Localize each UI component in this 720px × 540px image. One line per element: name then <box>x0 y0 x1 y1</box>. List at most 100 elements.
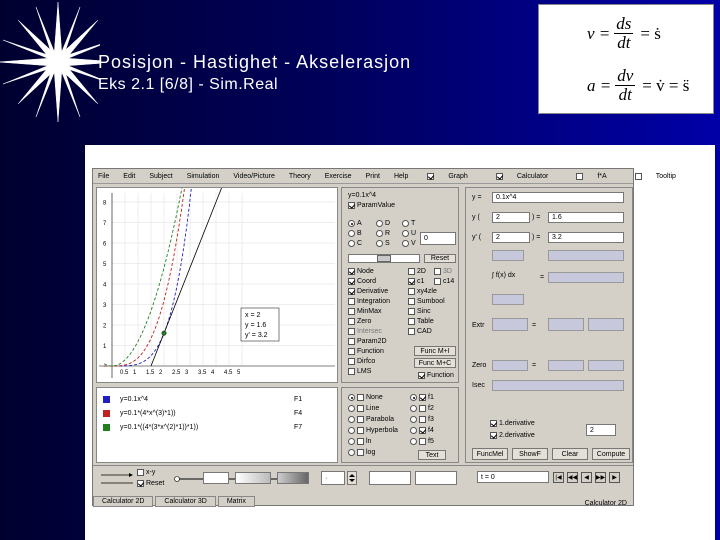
check-param2d[interactable]: Param2D <box>348 338 387 345</box>
check-1-derivative[interactable]: 1.derivative <box>490 420 535 427</box>
radio-c[interactable]: C <box>348 240 362 247</box>
shape-line-box[interactable] <box>357 405 364 412</box>
check-2d-box[interactable] <box>408 268 415 275</box>
menu-print[interactable]: Print <box>366 173 380 180</box>
calc-integral-lower[interactable] <box>492 294 524 305</box>
bottom-field-1[interactable] <box>203 472 229 484</box>
time-field[interactable]: t = 0 <box>477 471 549 483</box>
fkey-f2-box[interactable] <box>419 405 426 412</box>
shape-line-dot[interactable] <box>348 405 355 412</box>
toggle-tooltip[interactable]: Tooltip <box>630 172 685 180</box>
curve-node[interactable] <box>161 330 167 336</box>
radio-d-dot[interactable] <box>376 220 383 227</box>
calc-zero-3[interactable] <box>588 360 624 371</box>
param-value-field[interactable]: 0 <box>420 232 456 245</box>
calc-y-result[interactable]: 1.6 <box>548 212 624 223</box>
reset-checkbox[interactable] <box>137 480 144 487</box>
shade-picker[interactable] <box>277 472 309 484</box>
fkey-f1-box[interactable] <box>419 394 426 401</box>
toggle-calculator[interactable]: Calculator <box>491 172 558 180</box>
spinner-button[interactable] <box>347 471 357 485</box>
clear-button[interactable]: Clear <box>552 448 588 460</box>
calculator-checkbox[interactable] <box>495 172 503 180</box>
showf-button[interactable]: ShowF <box>512 448 548 460</box>
check-node-box[interactable] <box>348 268 355 275</box>
menu-edit[interactable]: Edit <box>123 173 135 180</box>
shape-hyperbola-dot[interactable] <box>348 427 355 434</box>
check-minmax-box[interactable] <box>348 308 355 315</box>
compute-button[interactable]: Compute <box>592 448 630 460</box>
param-value-checkbox[interactable] <box>348 202 355 209</box>
calc-zero-2[interactable] <box>548 360 584 371</box>
tab-calculator-3d[interactable]: Calculator 3D <box>155 496 216 507</box>
radio-b-dot[interactable] <box>348 230 355 237</box>
calc-blank-2[interactable] <box>548 250 624 261</box>
calc-extr-2[interactable] <box>548 318 584 331</box>
calc-yp-result[interactable]: 3.2 <box>548 232 624 243</box>
fkey-f3[interactable]: f3 <box>410 416 434 423</box>
check-c1-box[interactable] <box>408 278 415 285</box>
derivative-order-field[interactable]: 2 <box>586 424 616 436</box>
check-3d-box[interactable] <box>434 268 441 275</box>
func-mi-button[interactable]: Func M+I <box>414 346 456 356</box>
shape-log[interactable]: log <box>348 449 375 456</box>
param-slider[interactable] <box>348 254 420 263</box>
check-zero-box[interactable] <box>348 318 355 325</box>
bottom-field-3[interactable] <box>415 471 457 485</box>
graph-checkbox[interactable] <box>427 172 435 180</box>
text-button[interactable]: Text <box>418 450 446 460</box>
radio-r-dot[interactable] <box>376 230 383 237</box>
menu-video-picture[interactable]: Video/Picture <box>233 173 275 180</box>
shape-ln[interactable]: ln <box>348 438 371 445</box>
color-swatch-f1[interactable] <box>103 395 110 403</box>
graph-plot[interactable]: 8 7 6 5 4 3 2 1 0.5 1 1.5 2 2.5 3 3.5 4 4.5 5 x = 2 y = … <box>96 185 338 383</box>
funcmel-button[interactable]: FuncMel <box>472 448 508 460</box>
fkey-f5-box[interactable] <box>419 438 426 445</box>
function-row-f1[interactable]: y=0.1x^4 F1 <box>103 394 302 404</box>
radio-v[interactable]: V <box>402 240 416 247</box>
xy-toggle[interactable]: x-y <box>137 469 155 476</box>
shape-log-dot[interactable] <box>348 449 355 456</box>
radio-v-dot[interactable] <box>402 240 409 247</box>
check-1-derivative-box[interactable] <box>490 420 497 427</box>
shape-log-box[interactable] <box>357 449 364 456</box>
check-dirfco[interactable]: Dirfco <box>348 358 375 365</box>
check-integration[interactable]: Integration <box>348 298 390 305</box>
radio-t-dot[interactable] <box>402 220 409 227</box>
bottom-dot-field[interactable]: · <box>321 471 345 485</box>
check-function-btn-box[interactable] <box>418 372 425 379</box>
calc-y-field[interactable]: 0.1x^4 <box>492 192 624 203</box>
check-c14[interactable]: c14 <box>434 278 454 285</box>
fkey-f3-box[interactable] <box>419 416 426 423</box>
menu-help[interactable]: Help <box>394 173 408 180</box>
fkey-f5-dot[interactable] <box>410 438 417 445</box>
fkey-f4-box[interactable] <box>419 427 426 434</box>
shape-parabola[interactable]: Parabola <box>348 416 394 423</box>
check-sumbool[interactable]: Sumbool <box>408 298 445 305</box>
plot-canvas[interactable]: 8 7 6 5 4 3 2 1 0.5 1 1.5 2 2.5 3 3.5 4 4.5 5 x = 2 y = … <box>97 185 337 382</box>
menu-simulation[interactable]: Simulation <box>187 173 220 180</box>
radio-u-dot[interactable] <box>402 230 409 237</box>
calc-xp-field[interactable]: 2 <box>492 232 530 243</box>
color-swatch-f7[interactable] <box>103 423 110 431</box>
play-button[interactable]: ▶ <box>609 472 620 483</box>
tab-matrix[interactable]: Matrix <box>217 496 255 507</box>
fkey-f4[interactable]: f4 <box>410 427 434 434</box>
check-xy4zle-box[interactable] <box>408 288 415 295</box>
check-intersec-box[interactable] <box>348 328 355 335</box>
toggle-graph[interactable]: Graph <box>422 172 476 180</box>
radio-s[interactable]: S <box>376 240 390 247</box>
check-sinc[interactable]: Sinc <box>408 308 431 315</box>
fkey-f1[interactable]: f1 <box>410 394 434 401</box>
radio-s-dot[interactable] <box>376 240 383 247</box>
check-dirfco-box[interactable] <box>348 358 355 365</box>
check-3d[interactable]: 3D <box>434 268 452 275</box>
check-minmax[interactable]: MinMax <box>348 308 382 315</box>
reset-button[interactable]: Reset <box>424 254 456 263</box>
check-xy4zle[interactable]: xy4zle <box>408 288 437 295</box>
calc-blank-1[interactable] <box>492 250 524 261</box>
bottom-field-2[interactable] <box>369 471 411 485</box>
shape-line[interactable]: Line <box>348 405 379 412</box>
shape-hyperbola[interactable]: Hyperbola <box>348 427 398 434</box>
radio-a-dot[interactable] <box>348 220 355 227</box>
